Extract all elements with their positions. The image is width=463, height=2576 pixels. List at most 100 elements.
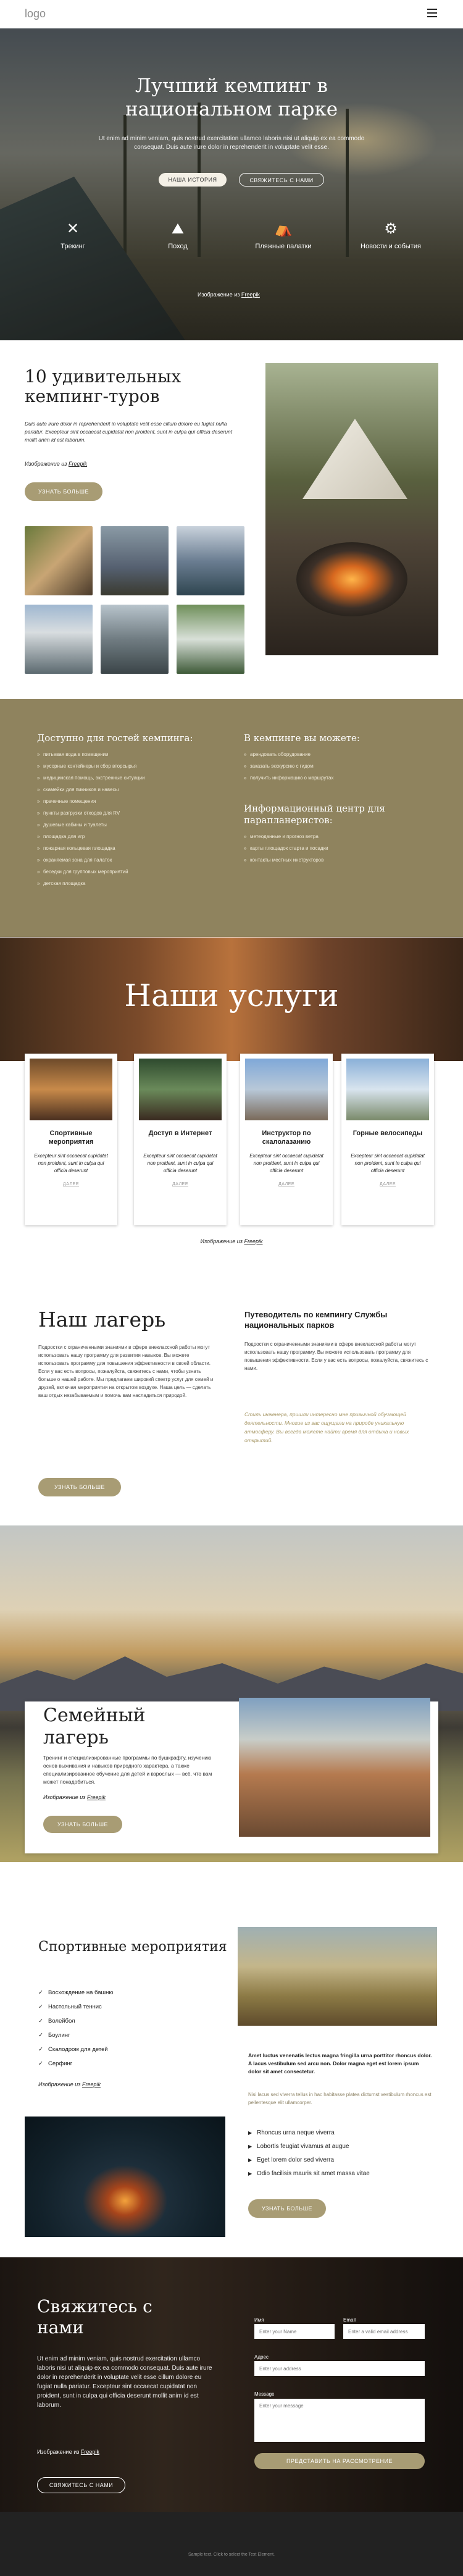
logo[interactable]: logo: [25, 7, 46, 20]
list-item: Настольный теннис: [38, 2000, 114, 2014]
name-label: Имя: [254, 2317, 264, 2323]
gallery-image[interactable]: [177, 526, 244, 595]
list-item: арендовать оборудование: [244, 749, 429, 760]
gallery-image[interactable]: [101, 605, 169, 674]
message-field[interactable]: [254, 2399, 425, 2442]
guide-quote: Стиль инженера, пришли интересно мне при…: [244, 1411, 409, 1443]
gallery-image[interactable]: [101, 526, 169, 595]
image-credit: Изображение из Freepik: [198, 292, 260, 298]
family-photo: [239, 1698, 430, 1837]
list-item: метеоданные и прогноз ветра: [244, 831, 429, 842]
list-item: питьевая вода в помещении: [37, 749, 222, 760]
name-field[interactable]: [254, 2324, 335, 2339]
service-card[interactable]: Доступ в Интернет Excepteur sint occaeca…: [134, 1054, 227, 1225]
message-label: Message: [254, 2391, 275, 2397]
freepik-link[interactable]: Freepik: [244, 1238, 262, 1244]
freepik-link[interactable]: Freepik: [87, 1794, 106, 1800]
address-field[interactable]: [254, 2361, 425, 2376]
freepik-link[interactable]: Freepik: [82, 2081, 101, 2087]
image-credit: Изображение из Freepik: [25, 461, 87, 467]
more-link[interactable]: ДАЛЕЕ: [25, 1182, 117, 1186]
footer-text[interactable]: Sample text. Click to select the Text El…: [0, 2553, 463, 2557]
tent-icon: ⛺: [274, 220, 293, 237]
link-item[interactable]: Rhoncus urna neque viverra: [248, 2126, 370, 2140]
learn-more-button[interactable]: УЗНАТЬ БОЛЬШЕ: [248, 2199, 326, 2218]
list-item: Серфинг: [38, 2057, 114, 2071]
learn-more-button[interactable]: УЗНАТЬ БОЛЬШЕ: [25, 482, 102, 501]
gallery-image[interactable]: [177, 605, 244, 674]
campsite-photo: [265, 363, 438, 655]
list-item: контакты местных инструкторов: [244, 854, 429, 866]
feature-campfire[interactable]: ⛰ Поход: [141, 220, 215, 251]
sports-lead-text: Amet luctus venenatis lectus magna fring…: [248, 2052, 432, 2075]
learn-more-button[interactable]: УЗНАТЬ БОЛЬШЕ: [43, 1816, 122, 1833]
image-credit: Изображение из Freepik: [43, 1794, 106, 1800]
camp-title: Наш лагерь: [38, 1307, 166, 1332]
list-item: прачечные помещения: [37, 795, 222, 807]
contact-title: Свяжитесь с нами: [37, 2296, 152, 2338]
more-link[interactable]: ДАЛЕЕ: [341, 1182, 434, 1186]
hiking-icon: ✕: [66, 220, 80, 237]
paraglider-list: метеоданные и прогноз ветракарты площадо…: [244, 831, 429, 866]
list-item: Скалодром для детей: [38, 2042, 114, 2057]
campfire-photo: [25, 2117, 225, 2237]
freepik-link[interactable]: Freepik: [241, 292, 260, 298]
feature-hiking[interactable]: ✕ Трекинг: [36, 220, 110, 251]
link-item[interactable]: Eget lorem dolor sed viverra: [248, 2154, 370, 2167]
services-title: Наши услуги: [124, 978, 339, 1013]
feature-tent[interactable]: ⛺ Пляжные палатки: [246, 220, 320, 251]
activities-title: В кемпинге вы можете:: [244, 732, 360, 744]
list-item: пожарная кольцевая площадка: [37, 842, 222, 854]
contact-us-button[interactable]: СВЯЖИТЕСЬ С НАМИ: [239, 173, 324, 187]
list-item: скамейки для пикников и навесы: [37, 784, 222, 795]
feature-news[interactable]: ⚙ Новости и события: [354, 220, 428, 251]
link-item[interactable]: Odio facilisis mauris sit amet massa vit…: [248, 2167, 370, 2181]
amenities-title: Доступно для гостей кемпинга:: [37, 732, 193, 744]
more-link[interactable]: ДАЛЕЕ: [134, 1182, 227, 1186]
site-header: logo: [0, 0, 463, 28]
learn-more-button[interactable]: УЗНАТЬ БОЛЬШЕ: [38, 1478, 121, 1496]
list-item: получить информацию о маршрутах: [244, 772, 429, 784]
gallery-image[interactable]: [25, 526, 93, 595]
hikers-photo: [238, 1927, 437, 2026]
campfire-icon: ⛰: [171, 220, 185, 237]
gallery-image[interactable]: [25, 605, 93, 674]
service-card[interactable]: Спортивные мероприятия Excepteur sint oc…: [25, 1054, 117, 1225]
link-item[interactable]: Lobortis feugiat vivamus at augue: [248, 2140, 370, 2154]
sports-links: Rhoncus urna neque viverraLobortis feugi…: [248, 2126, 370, 2181]
freepik-link[interactable]: Freepik: [81, 2449, 99, 2455]
guide-text: Подростки с ограниченными знаниями в сфе…: [244, 1341, 428, 1371]
contact-text: Ut enim ad minim veniam, quis nostrud ex…: [37, 2356, 212, 2409]
footer: [0, 2512, 463, 2576]
paraglider-title: Информационный центр для парапланеристов…: [244, 803, 385, 826]
freepik-link[interactable]: Freepik: [69, 461, 87, 467]
family-text: Тренинг и специализированные программы п…: [43, 1755, 212, 1785]
list-item: охраняемая зона для палаток: [37, 854, 222, 866]
our-story-button[interactable]: НАША ИСТОРИЯ: [159, 173, 227, 187]
list-item: душевые кабины и туалеты: [37, 819, 222, 831]
tours-text: Duis aute irure dolor in reprehenderit i…: [25, 421, 233, 443]
list-item: площадка для игр: [37, 831, 222, 842]
sports-list: Восхождение на башнюНастольный теннисВол…: [38, 1986, 114, 2071]
list-item: беседки для групповых мероприятий: [37, 866, 222, 878]
sports-sub-text: Nisi lacus sed viverra tellus in hac hab…: [248, 2092, 432, 2105]
image-credit: Изображение из Freepik: [200, 1238, 263, 1244]
guide-title: Путеводитель по кемпингу Службы национал…: [244, 1310, 388, 1330]
submit-button[interactable]: ПРЕДСТАВИТЬ НА РАССМОТРЕНИЕ: [254, 2453, 425, 2469]
list-item: мусорные контейнеры и сбор вторсырья: [37, 760, 222, 772]
contact-us-button[interactable]: СВЯЖИТЕСЬ С НАМИ: [37, 2477, 125, 2493]
family-title: Семейный лагерь: [43, 1705, 146, 1748]
camp-text: Подростки с ограниченными знаниями в сфе…: [38, 1345, 214, 1398]
hamburger-icon[interactable]: [427, 9, 437, 17]
service-card[interactable]: Инструктор по скалолазанию Excepteur sin…: [240, 1054, 333, 1225]
hero-text: Ut enim ad minim veniam, quis nostrud ex…: [98, 135, 365, 151]
list-item: Волейбол: [38, 2014, 114, 2028]
list-item: пункты разгрузки отходов для RV: [37, 807, 222, 819]
email-field[interactable]: [343, 2324, 425, 2339]
address-label: Адрес: [254, 2354, 269, 2360]
news-icon: ⚙: [384, 220, 398, 237]
service-card[interactable]: Горные велосипеды Excepteur sint occaeca…: [341, 1054, 434, 1225]
tours-title: 10 удивительных кемпинг-туров: [25, 366, 181, 406]
sports-title: Спортивные мероприятия: [38, 1939, 227, 1955]
more-link[interactable]: ДАЛЕЕ: [240, 1182, 333, 1186]
